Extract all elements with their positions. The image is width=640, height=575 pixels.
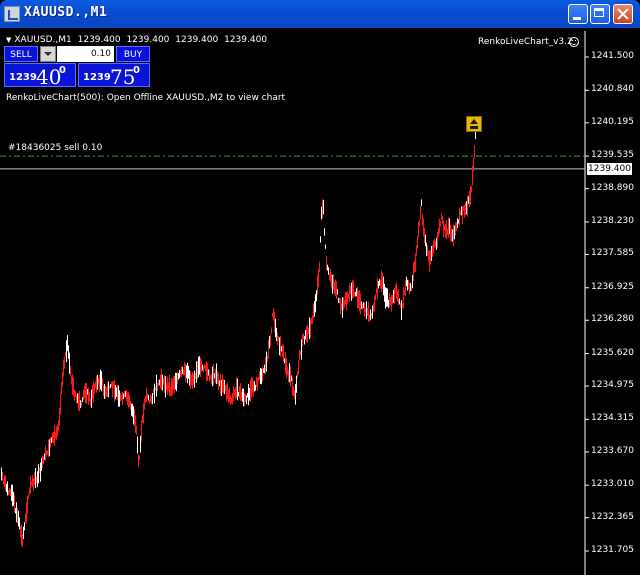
buy-button[interactable]: BUY — [116, 46, 150, 62]
lot-dropdown-button[interactable] — [40, 46, 56, 62]
buy-price-button[interactable]: 1239 75 0 — [78, 63, 150, 89]
axis-tick-label: 1232.365 — [591, 511, 634, 522]
minimize-button[interactable] — [568, 4, 588, 24]
maximize-button[interactable] — [590, 4, 610, 24]
axis-tick-label: 1233.010 — [591, 479, 634, 490]
sell-price-pips: 40 — [36, 65, 62, 89]
axis-tick-label: 1233.670 — [591, 445, 634, 456]
sell-price-big: 1239 — [9, 72, 37, 83]
axis-tick-label: 1235.620 — [591, 347, 634, 358]
current-price-tag: 1239.400 — [587, 162, 632, 175]
price-axis-ticks — [585, 56, 589, 552]
symbol-name: XAUUSD.,M1 — [14, 35, 72, 45]
axis-tick-label: 1236.925 — [591, 281, 634, 292]
ohlc-high: 1239.400 — [126, 35, 170, 45]
chart-window-icon[interactable] — [4, 6, 20, 22]
chart-comment: RenkoLiveChart(500): Open Offline XAUUSD… — [6, 93, 286, 103]
title-bar[interactable]: XAUUSD.,M1 — [0, 0, 640, 28]
buy-price-big: 1239 — [83, 72, 111, 83]
axis-tick-label: 1239.535 — [591, 150, 634, 161]
ohlc-low: 1239.400 — [175, 35, 219, 45]
sell-price-fraction: 0 — [59, 65, 66, 76]
order-label[interactable]: #18436025 sell 0.10 — [8, 143, 102, 153]
axis-tick-label: 1240.195 — [591, 116, 634, 127]
axis-tick-label: 1231.705 — [591, 545, 634, 555]
buy-price-fraction: 0 — [133, 65, 140, 76]
sell-price-button[interactable]: 1239 40 0 — [4, 63, 76, 89]
buy-price-pips: 75 — [110, 65, 136, 89]
axis-tick-label: 1236.280 — [591, 314, 634, 325]
axis-tick-label: 1238.230 — [591, 215, 634, 226]
axis-tick-label: 1237.585 — [591, 248, 634, 259]
trade-arrow-icon[interactable] — [466, 116, 482, 132]
axis-tick-label: 1238.890 — [591, 182, 634, 193]
chart-window: XAUUSD.,M1 ▼ XAUUSD.,M1 1239.400 1239.400… — [0, 0, 640, 575]
ohlc-close: 1239.400 — [224, 35, 268, 45]
smiley-icon — [569, 37, 579, 47]
axis-tick-label: 1234.315 — [591, 413, 634, 424]
triangle-down-icon: ▼ — [6, 36, 12, 44]
price-bars — [1, 130, 476, 548]
axis-tick-label: 1234.975 — [591, 380, 634, 391]
close-button[interactable] — [613, 4, 633, 24]
one-click-trade-panel: SELL BUY 1239 40 0 1239 75 0 — [4, 46, 150, 89]
ohlc-open: 1239.400 — [77, 35, 121, 45]
price-chart[interactable] — [0, 31, 640, 575]
indicator-name: RenkoLiveChart_v3.2 — [478, 37, 573, 47]
axis-tick-label: 1240.840 — [591, 84, 634, 95]
window-title: XAUUSD.,M1 — [24, 5, 108, 20]
chart-area[interactable]: ▼ XAUUSD.,M1 1239.400 1239.400 1239.400 1… — [0, 31, 640, 575]
axis-tick-label: 1241.500 — [591, 51, 634, 61]
chart-symbol-info: ▼ XAUUSD.,M1 1239.400 1239.400 1239.400 1… — [6, 35, 270, 45]
lot-size-input[interactable] — [57, 46, 114, 62]
sell-button[interactable]: SELL — [4, 46, 38, 62]
